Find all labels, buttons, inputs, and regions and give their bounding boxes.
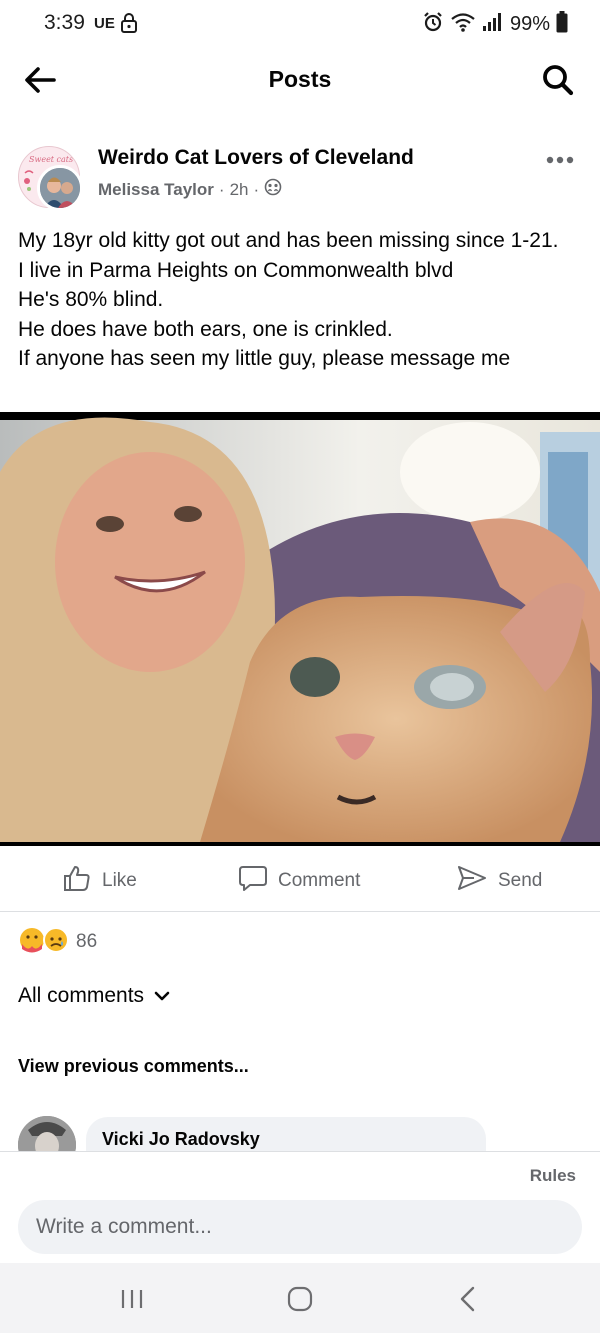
wifi-icon [450, 11, 476, 38]
meta-separator: · [218, 179, 225, 199]
group-name-link[interactable]: Weirdo Cat Lovers of Cleveland [98, 146, 414, 170]
battery-percent: 99% [509, 12, 550, 35]
status-time: 3:39 [44, 11, 85, 34]
post-body: My 18yr old kitty got out and has been m… [18, 226, 588, 374]
comment-bubble-icon [238, 863, 268, 899]
like-button[interactable]: Like [62, 866, 137, 896]
post-meta: Melissa Taylor · 2h · [98, 178, 282, 201]
send-button[interactable]: Send [456, 866, 542, 896]
more-options-icon[interactable] [546, 148, 574, 171]
post-line: I live in Parma Heights on Commonwealth … [18, 258, 454, 282]
comment-composer: Rules Write a comment... [0, 1151, 600, 1263]
reaction-count: 86 [76, 931, 98, 952]
post-header: Sweet cats Weirdo Cat Lovers of Clevelan… [0, 138, 600, 212]
divider [0, 911, 600, 912]
commenter-name-link[interactable]: Vicki Jo Radovsky [102, 1129, 260, 1150]
comment-label: Comment [278, 870, 361, 891]
post-photo[interactable] [0, 412, 600, 846]
reaction-summary[interactable]: 86 [18, 926, 98, 959]
search-icon[interactable] [540, 62, 576, 98]
post-line: He does have both ears, one is crinkled. [18, 317, 393, 341]
view-previous-comments-link[interactable]: View previous comments... [18, 1056, 249, 1077]
post-line: My 18yr old kitty got out and has been m… [18, 229, 559, 252]
post-time[interactable]: 2h [230, 180, 249, 200]
comment-input-placeholder: Write a comment... [36, 1215, 212, 1238]
sad-reaction-icon [42, 926, 70, 959]
status-carrier: UE [94, 15, 115, 32]
post-line: He's 80% blind. [18, 288, 164, 311]
page-title: Posts [268, 66, 332, 92]
comment-button[interactable]: Comment [238, 866, 360, 896]
chevron-down-icon [154, 984, 170, 1008]
system-navigation-bar [0, 1263, 600, 1333]
recent-apps-icon[interactable] [112, 1279, 152, 1319]
send-label: Send [498, 870, 543, 891]
home-icon[interactable] [280, 1279, 320, 1319]
status-bar: 3:39 UE 99% [0, 0, 600, 48]
top-app-bar: Posts [0, 48, 600, 110]
system-back-icon[interactable] [448, 1279, 488, 1319]
like-label: Like [102, 870, 137, 891]
signal-icon [482, 11, 504, 38]
alarm-icon [422, 11, 444, 38]
meta-separator: · [253, 179, 260, 199]
post-line: If anyone has seen my little guy, please… [18, 347, 511, 370]
lock-icon [120, 12, 138, 39]
rules-link[interactable]: Rules [530, 1166, 576, 1186]
author-name-link[interactable]: Melissa Taylor [98, 180, 214, 200]
author-avatar[interactable] [37, 165, 83, 211]
audience-group-icon [264, 178, 282, 201]
comment-filter-dropdown[interactable]: All comments [18, 984, 170, 1008]
thumbs-up-icon [62, 863, 92, 899]
send-arrow-icon [456, 863, 488, 899]
battery-icon [556, 10, 568, 38]
status-icons: 99% [422, 10, 568, 38]
comment-filter-label: All comments [18, 984, 145, 1007]
post-actions: Like Comment Send [0, 856, 600, 906]
comment-input[interactable]: Write a comment... [18, 1200, 582, 1254]
